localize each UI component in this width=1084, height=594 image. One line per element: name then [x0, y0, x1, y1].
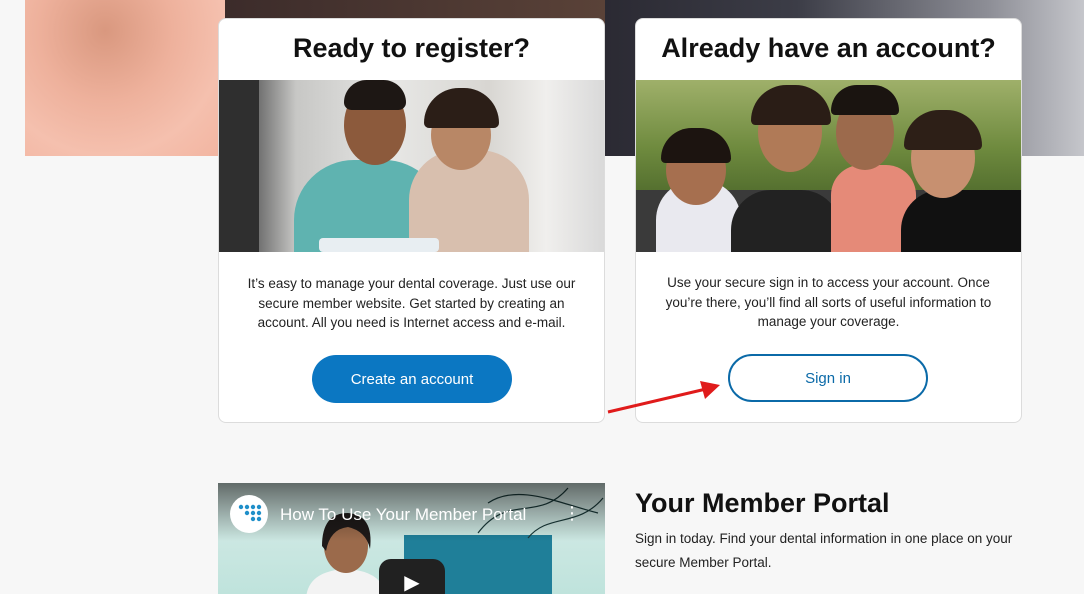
- sign-in-button[interactable]: Sign in: [728, 354, 928, 402]
- register-card-title: Ready to register?: [292, 33, 531, 63]
- signin-photo: [636, 80, 1021, 252]
- kebab-menu-icon[interactable]: ⋮: [563, 503, 581, 524]
- signin-description: Use your secure sign in to access your a…: [665, 275, 992, 329]
- video-player[interactable]: How To Use Your Member Portal ⋮ ▶: [218, 483, 605, 594]
- register-description: It’s easy to manage your dental coverage…: [247, 276, 576, 330]
- create-account-button[interactable]: Create an account: [312, 355, 512, 403]
- tooth-logo-icon[interactable]: [230, 495, 268, 533]
- hero-shoulder-region: [25, 0, 225, 156]
- portal-text: Sign in today. Find your dental informat…: [635, 531, 1013, 570]
- signin-card-title: Already have an account?: [661, 33, 996, 63]
- annotation-arrow-icon: [607, 381, 720, 414]
- register-photo: [219, 80, 604, 252]
- video-title[interactable]: How To Use Your Member Portal: [280, 505, 526, 525]
- play-icon[interactable]: ▶: [379, 559, 445, 594]
- portal-title: Your Member Portal: [635, 488, 890, 518]
- register-card: Ready to register? It’s easy to manage y…: [218, 18, 605, 423]
- signin-card: Already have an account? Use your secure…: [635, 18, 1022, 423]
